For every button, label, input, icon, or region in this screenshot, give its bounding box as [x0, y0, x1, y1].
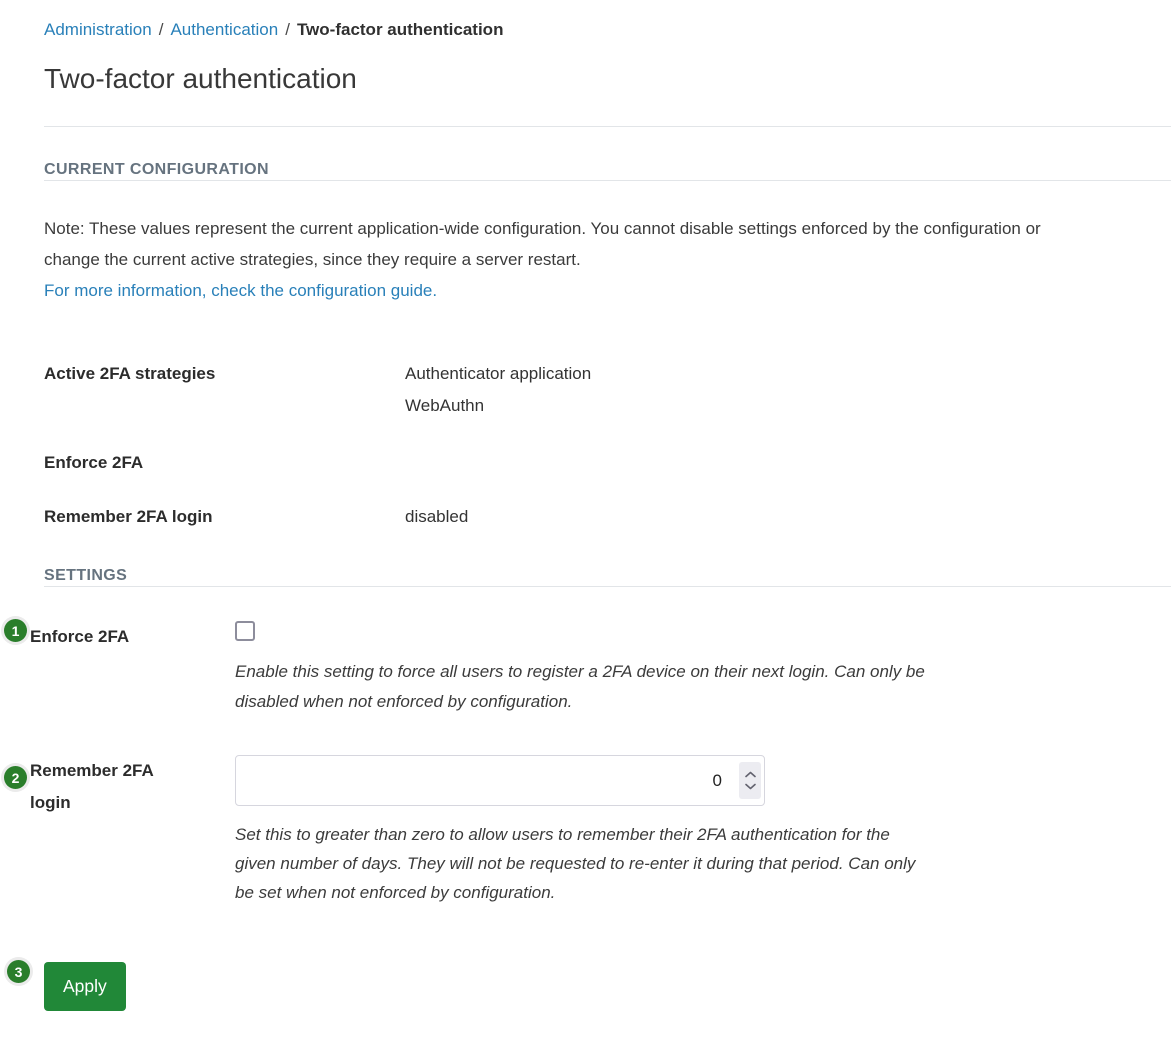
- settings-heading: SETTINGS: [44, 566, 1171, 586]
- configuration-rows: Active 2FA strategies Authenticator appl…: [44, 358, 1171, 533]
- remember-2fa-number-wrap: [235, 755, 765, 806]
- chevron-up-icon[interactable]: [744, 771, 756, 779]
- page-title: Two-factor authentication: [44, 62, 1171, 96]
- enforce-2fa-label-text: Enforce 2FA: [30, 621, 129, 653]
- config-value: WebAuthn: [405, 390, 591, 422]
- config-values: Authenticator application WebAuthn: [405, 358, 591, 422]
- remember-2fa-days-input[interactable]: [235, 755, 765, 806]
- breadcrumb-current-page: Two-factor authentication: [297, 20, 504, 39]
- settings-section: SETTINGS 1 Enforce 2FA Enable this setti…: [0, 566, 1171, 1011]
- remember-2fa-login-label-text: Remember 2FA login: [30, 755, 182, 819]
- config-label: Active 2FA strategies: [44, 358, 405, 422]
- step-badge-2: 2: [4, 766, 27, 789]
- enforce-2fa-helper-text: Enable this setting to force all users t…: [235, 657, 935, 717]
- configuration-link-line: For more information, check the configur…: [44, 275, 1171, 306]
- number-spinner: [739, 762, 761, 799]
- breadcrumb-separator: /: [159, 20, 164, 39]
- apply-button[interactable]: Apply: [44, 962, 126, 1011]
- config-label: Enforce 2FA: [44, 447, 405, 479]
- breadcrumb: Administration / Authentication / Two-factor…: [44, 20, 1171, 40]
- current-configuration-section: CURRENT CONFIGURATION Note: These values…: [0, 160, 1171, 533]
- enforce-2fa-field: Enable this setting to force all users t…: [235, 621, 1171, 734]
- heading-divider: [44, 180, 1171, 181]
- configuration-note: Note: These values represent the current…: [44, 213, 1044, 275]
- remember-2fa-helper-text: Set this to greater than zero to allow u…: [235, 820, 935, 907]
- current-configuration-heading: CURRENT CONFIGURATION: [44, 160, 1171, 180]
- setting-row-apply: 3 Apply: [44, 962, 1171, 1011]
- enforce-2fa-label: Enforce 2FA: [30, 621, 235, 734]
- enforce-2fa-checkbox[interactable]: [235, 621, 255, 641]
- breadcrumb-link-administration[interactable]: Administration: [44, 20, 152, 39]
- setting-row-enforce-2fa: 1 Enforce 2FA Enable this setting to for…: [30, 621, 1171, 734]
- heading-divider: [44, 586, 1171, 587]
- breadcrumb-link-authentication[interactable]: Authentication: [170, 20, 278, 39]
- breadcrumb-separator: /: [285, 20, 290, 39]
- remember-2fa-login-field: Set this to greater than zero to allow u…: [235, 755, 1171, 924]
- config-row-enforce-2fa: Enforce 2FA: [44, 447, 1171, 479]
- configuration-guide-link[interactable]: For more information, check the configur…: [44, 281, 437, 300]
- chevron-down-icon[interactable]: [744, 783, 756, 791]
- top-divider: [44, 126, 1171, 127]
- remember-2fa-login-label: Remember 2FA login: [30, 755, 235, 924]
- config-row-active-strategies: Active 2FA strategies Authenticator appl…: [44, 358, 1171, 422]
- config-label: Remember 2FA login: [44, 501, 405, 533]
- setting-row-remember-2fa-login: 2 Remember 2FA login Set this to greater…: [30, 755, 1171, 924]
- step-badge-3: 3: [7, 960, 30, 983]
- config-row-remember-2fa-login: Remember 2FA login disabled: [44, 501, 1171, 533]
- config-value: Authenticator application: [405, 358, 591, 390]
- config-value: disabled: [405, 501, 468, 533]
- step-badge-1: 1: [4, 619, 27, 642]
